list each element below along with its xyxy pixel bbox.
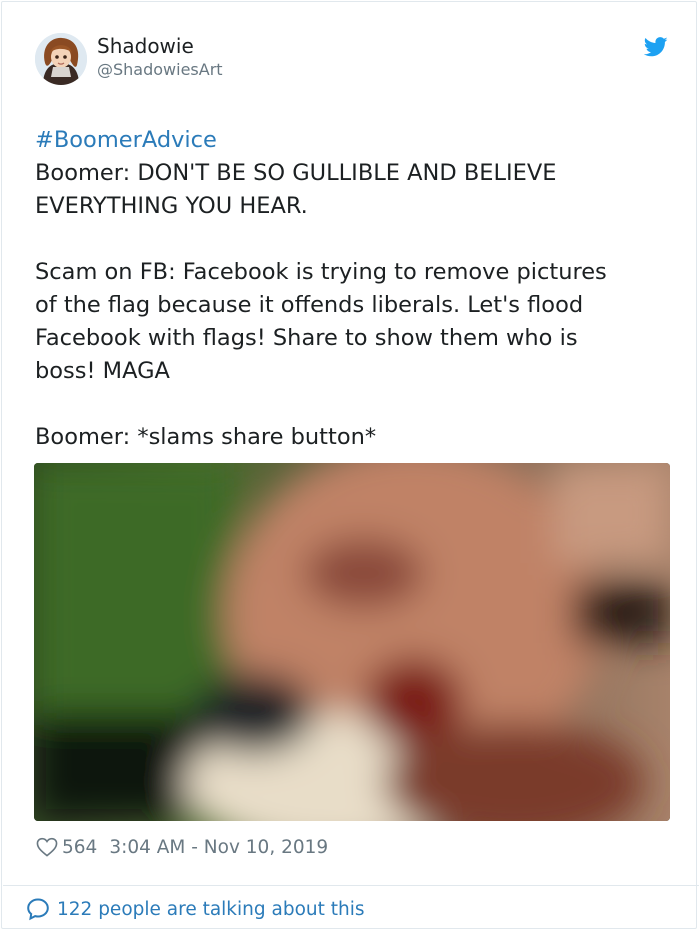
avatar[interactable] bbox=[35, 33, 87, 85]
twitter-bird-icon[interactable] bbox=[644, 36, 668, 58]
tweet-text: #BoomerAdvice Boomer: DON'T BE SO GULLIB… bbox=[35, 124, 665, 454]
tweet-line: Facebook with flags! Share to show them … bbox=[35, 325, 578, 351]
heart-icon[interactable] bbox=[36, 837, 58, 857]
tweet-card: Shadowie @ShadowiesArt #BoomerAdvice Boo… bbox=[1, 1, 699, 929]
author-handle[interactable]: @ShadowiesArt bbox=[97, 60, 223, 79]
conversation-label: 122 people are talking about this bbox=[57, 898, 365, 920]
tweet-line: boss! MAGA bbox=[35, 358, 170, 384]
conversation-link[interactable]: 122 people are talking about this bbox=[26, 895, 365, 923]
hashtag-link[interactable]: #BoomerAdvice bbox=[35, 124, 665, 157]
divider bbox=[3, 885, 699, 886]
tweet-line: Scam on FB: Facebook is trying to remove… bbox=[35, 259, 607, 285]
tweet-timestamp[interactable]: 3:04 AM - Nov 10, 2019 bbox=[109, 837, 328, 858]
tweet-line: Boomer: DON'T BE SO GULLIBLE AND BELIEVE bbox=[35, 160, 557, 186]
tweet-image[interactable] bbox=[34, 463, 670, 821]
tweet-meta: 564 3:04 AM - Nov 10, 2019 bbox=[36, 834, 328, 860]
like-count[interactable]: 564 bbox=[62, 837, 97, 858]
tweet-line: Boomer: *slams share button* bbox=[35, 424, 377, 450]
author-name[interactable]: Shadowie bbox=[97, 34, 194, 58]
speech-bubble-icon bbox=[27, 898, 49, 921]
avatar-image bbox=[35, 33, 87, 85]
blurred-screaming-face-image bbox=[34, 463, 670, 821]
tweet-line: of the flag because it offends liberals.… bbox=[35, 292, 584, 318]
tweet-line: EVERYTHING YOU HEAR. bbox=[35, 193, 308, 219]
